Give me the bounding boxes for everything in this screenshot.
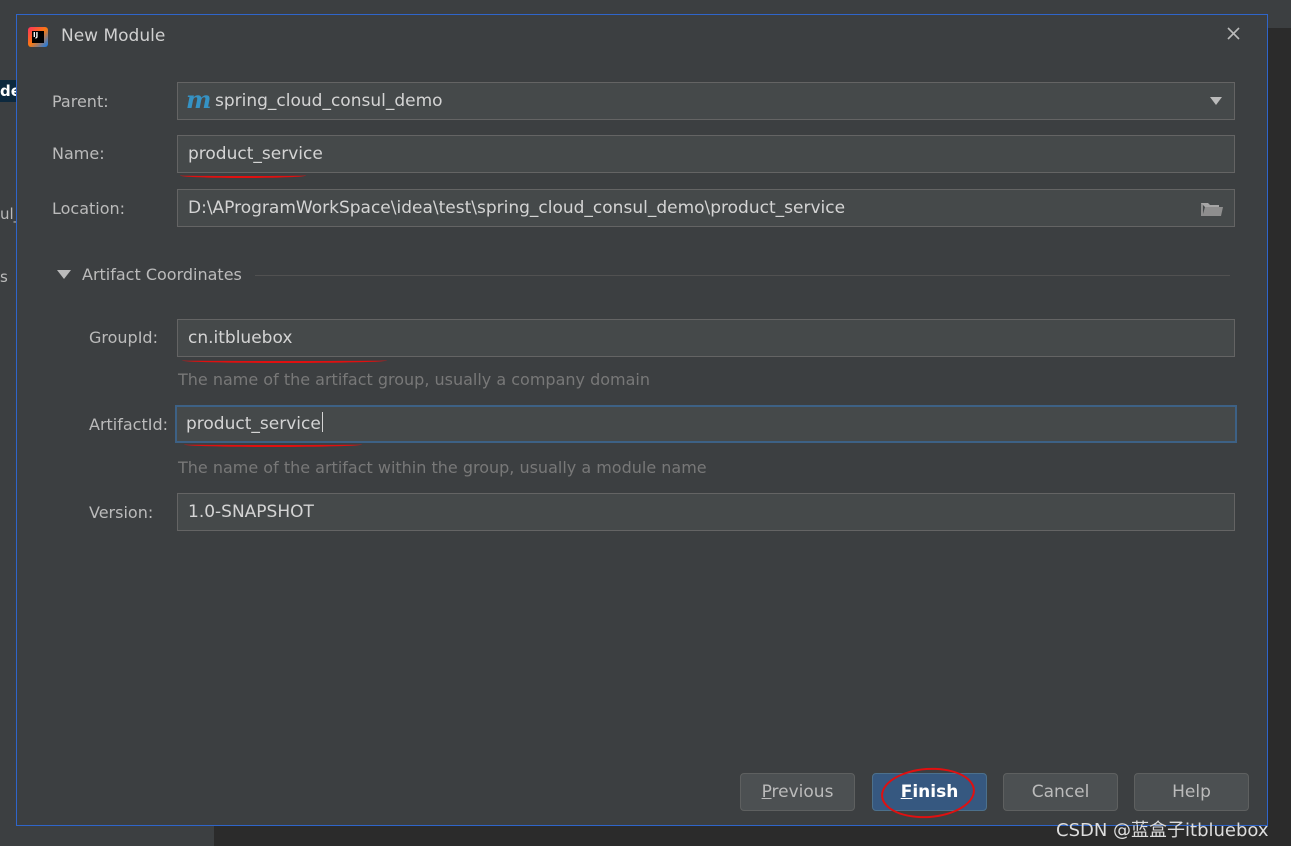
folder-browse-icon[interactable] <box>1200 200 1224 218</box>
location-value: D:\AProgramWorkSpace\idea\test\spring_cl… <box>188 198 846 218</box>
groupid-input[interactable]: cn.itbluebox <box>177 319 1235 357</box>
artifactid-value: product_service <box>186 414 321 434</box>
previous-button[interactable]: Previous <box>740 773 855 811</box>
collapse-triangle-icon[interactable] <box>57 270 71 279</box>
artifactid-hint: The name of the artifact within the grou… <box>178 458 707 477</box>
parent-combobox[interactable]: m spring_cloud_consul_demo <box>177 82 1235 120</box>
chevron-down-icon[interactable] <box>1210 97 1222 105</box>
dialog-title: New Module <box>61 26 166 46</box>
red-annotation-underline <box>184 442 362 447</box>
artifactid-input[interactable]: product_service <box>175 405 1237 443</box>
dialog-titlebar[interactable]: IJ New Module <box>17 15 1267 57</box>
artifactid-label: ArtifactId: <box>89 415 169 434</box>
close-button[interactable] <box>1223 23 1245 45</box>
close-icon <box>1227 27 1240 40</box>
cancel-button[interactable]: Cancel <box>1003 773 1118 811</box>
ide-background-statusbar <box>0 826 214 846</box>
intellij-app-icon: IJ <box>28 27 48 47</box>
red-annotation-underline <box>180 173 306 178</box>
location-input[interactable]: D:\AProgramWorkSpace\idea\test\spring_cl… <box>177 189 1235 227</box>
ide-background-text: s <box>0 268 8 286</box>
artifact-coordinates-section-title[interactable]: Artifact Coordinates <box>82 265 242 284</box>
csdn-watermark: CSDN @蓝盒子itbluebox <box>1056 820 1269 841</box>
name-input[interactable]: product_service <box>177 135 1235 173</box>
help-button[interactable]: Help <box>1134 773 1249 811</box>
section-divider <box>255 275 1230 276</box>
new-module-dialog: IJ New Module Parent: m spring_cloud_con… <box>16 14 1268 826</box>
parent-selected-value: spring_cloud_consul_demo <box>215 91 443 111</box>
groupid-label: GroupId: <box>89 328 158 347</box>
parent-label: Parent: <box>52 92 109 111</box>
version-input[interactable]: 1.0-SNAPSHOT <box>177 493 1235 531</box>
version-label: Version: <box>89 503 154 522</box>
name-label: Name: <box>52 144 105 163</box>
red-annotation-underline <box>182 358 387 363</box>
text-cursor <box>321 412 323 432</box>
groupid-hint: The name of the artifact group, usually … <box>178 370 650 389</box>
location-label: Location: <box>52 199 126 218</box>
maven-module-icon: m <box>186 85 212 114</box>
